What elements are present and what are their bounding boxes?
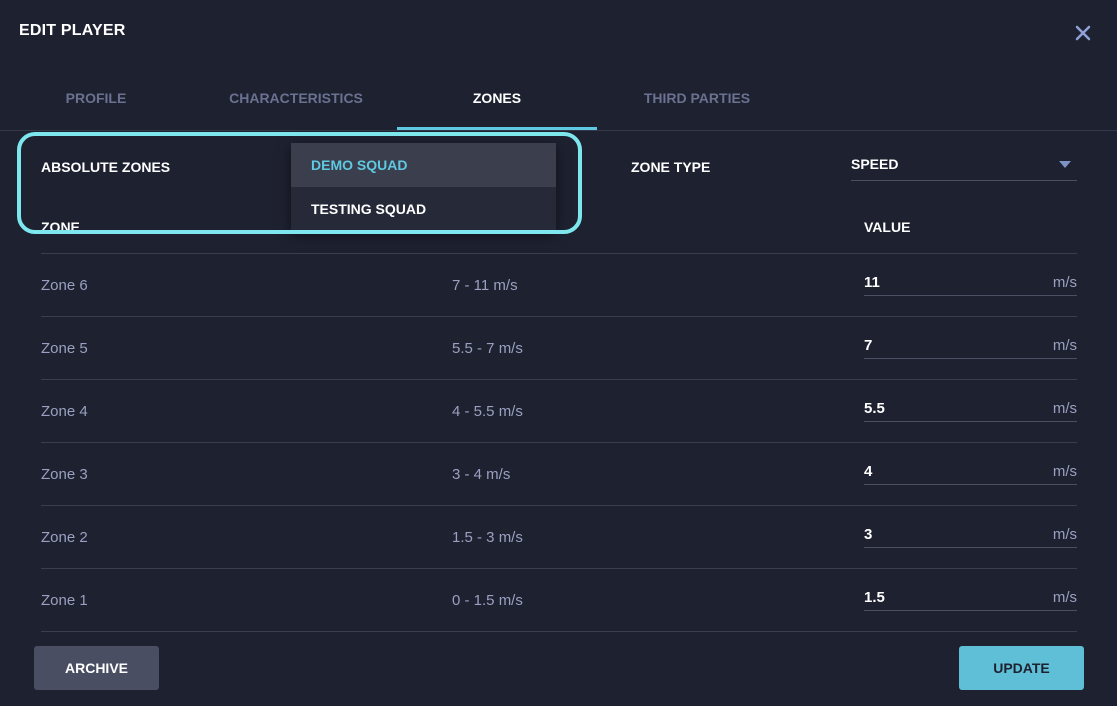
zone-name: Zone 3	[41, 466, 88, 483]
zone-value-input[interactable]: 7 m/s	[864, 329, 1077, 359]
zone-value[interactable]: 11	[864, 274, 880, 291]
absolute-zones-label: ABSOLUTE ZONES	[41, 159, 171, 175]
column-header-zone: ZONE	[41, 219, 80, 235]
tab-profile[interactable]: PROFILE	[0, 70, 196, 128]
squad-dropdown-menu: DEMO SQUAD TESTING SQUAD	[291, 143, 556, 231]
zone-value[interactable]: 1.5	[864, 589, 885, 606]
table-row: Zone 3 3 - 4 m/s 4 m/s	[41, 443, 1077, 506]
zone-unit: m/s	[1052, 400, 1077, 417]
table-row: Zone 2 1.5 - 3 m/s 3 m/s	[41, 506, 1077, 569]
zone-unit: m/s	[1052, 337, 1077, 354]
zone-type-select[interactable]: SPEED	[851, 146, 1077, 181]
tab-characteristics[interactable]: CHARACTERISTICS	[196, 70, 396, 128]
squad-option-testing[interactable]: TESTING SQUAD	[291, 187, 556, 231]
zone-value-input[interactable]: 4 m/s	[864, 455, 1077, 485]
zone-value[interactable]: 3	[864, 526, 872, 543]
table-row: Zone 4 4 - 5.5 m/s 5.5 m/s	[41, 380, 1077, 443]
table-row: Zone 5 5.5 - 7 m/s 7 m/s	[41, 317, 1077, 380]
close-button[interactable]	[1072, 22, 1094, 44]
zone-range: 4 - 5.5 m/s	[452, 403, 523, 420]
zone-value-input[interactable]: 11 m/s	[864, 266, 1077, 296]
zone-unit: m/s	[1052, 589, 1077, 606]
zone-range: 0 - 1.5 m/s	[452, 592, 523, 609]
zone-name: Zone 1	[41, 592, 88, 609]
zone-value-input[interactable]: 5.5 m/s	[864, 392, 1077, 422]
zone-range: 3 - 4 m/s	[452, 466, 511, 483]
table-row: Zone 1 0 - 1.5 m/s 1.5 m/s	[41, 569, 1077, 632]
zone-range: 7 - 11 m/s	[452, 277, 518, 294]
archive-button[interactable]: ARCHIVE	[34, 646, 159, 690]
zone-value-input[interactable]: 3 m/s	[864, 518, 1077, 548]
zone-range: 1.5 - 3 m/s	[452, 529, 523, 546]
tab-zones[interactable]: ZONES	[397, 70, 597, 130]
zone-value[interactable]: 7	[864, 337, 872, 354]
zone-value[interactable]: 4	[864, 463, 872, 480]
zone-unit: m/s	[1052, 463, 1077, 480]
zone-type-label: ZONE TYPE	[631, 159, 711, 175]
zone-name: Zone 2	[41, 529, 88, 546]
zone-name: Zone 6	[41, 277, 88, 294]
zone-name: Zone 5	[41, 340, 88, 357]
dialog-title: EDIT PLAYER	[19, 22, 126, 39]
zone-range: 5.5 - 7 m/s	[452, 340, 523, 357]
chevron-down-icon[interactable]	[1059, 161, 1071, 168]
zone-value-input[interactable]: 1.5 m/s	[864, 581, 1077, 611]
zone-value[interactable]: 5.5	[864, 400, 885, 417]
zone-unit: m/s	[1052, 526, 1077, 543]
tab-third-parties[interactable]: THIRD PARTIES	[597, 70, 797, 128]
update-button[interactable]: UPDATE	[959, 646, 1084, 690]
column-header-value: VALUE	[864, 219, 911, 235]
close-icon[interactable]	[1072, 22, 1094, 44]
zone-type-value: SPEED	[851, 156, 899, 172]
table-row: Zone 6 7 - 11 m/s 11 m/s	[41, 254, 1077, 317]
tab-bar: PROFILE CHARACTERISTICS ZONES THIRD PART…	[0, 70, 1117, 131]
zone-unit: m/s	[1052, 274, 1077, 291]
zone-name: Zone 4	[41, 403, 88, 420]
squad-option-demo[interactable]: DEMO SQUAD	[291, 143, 556, 187]
